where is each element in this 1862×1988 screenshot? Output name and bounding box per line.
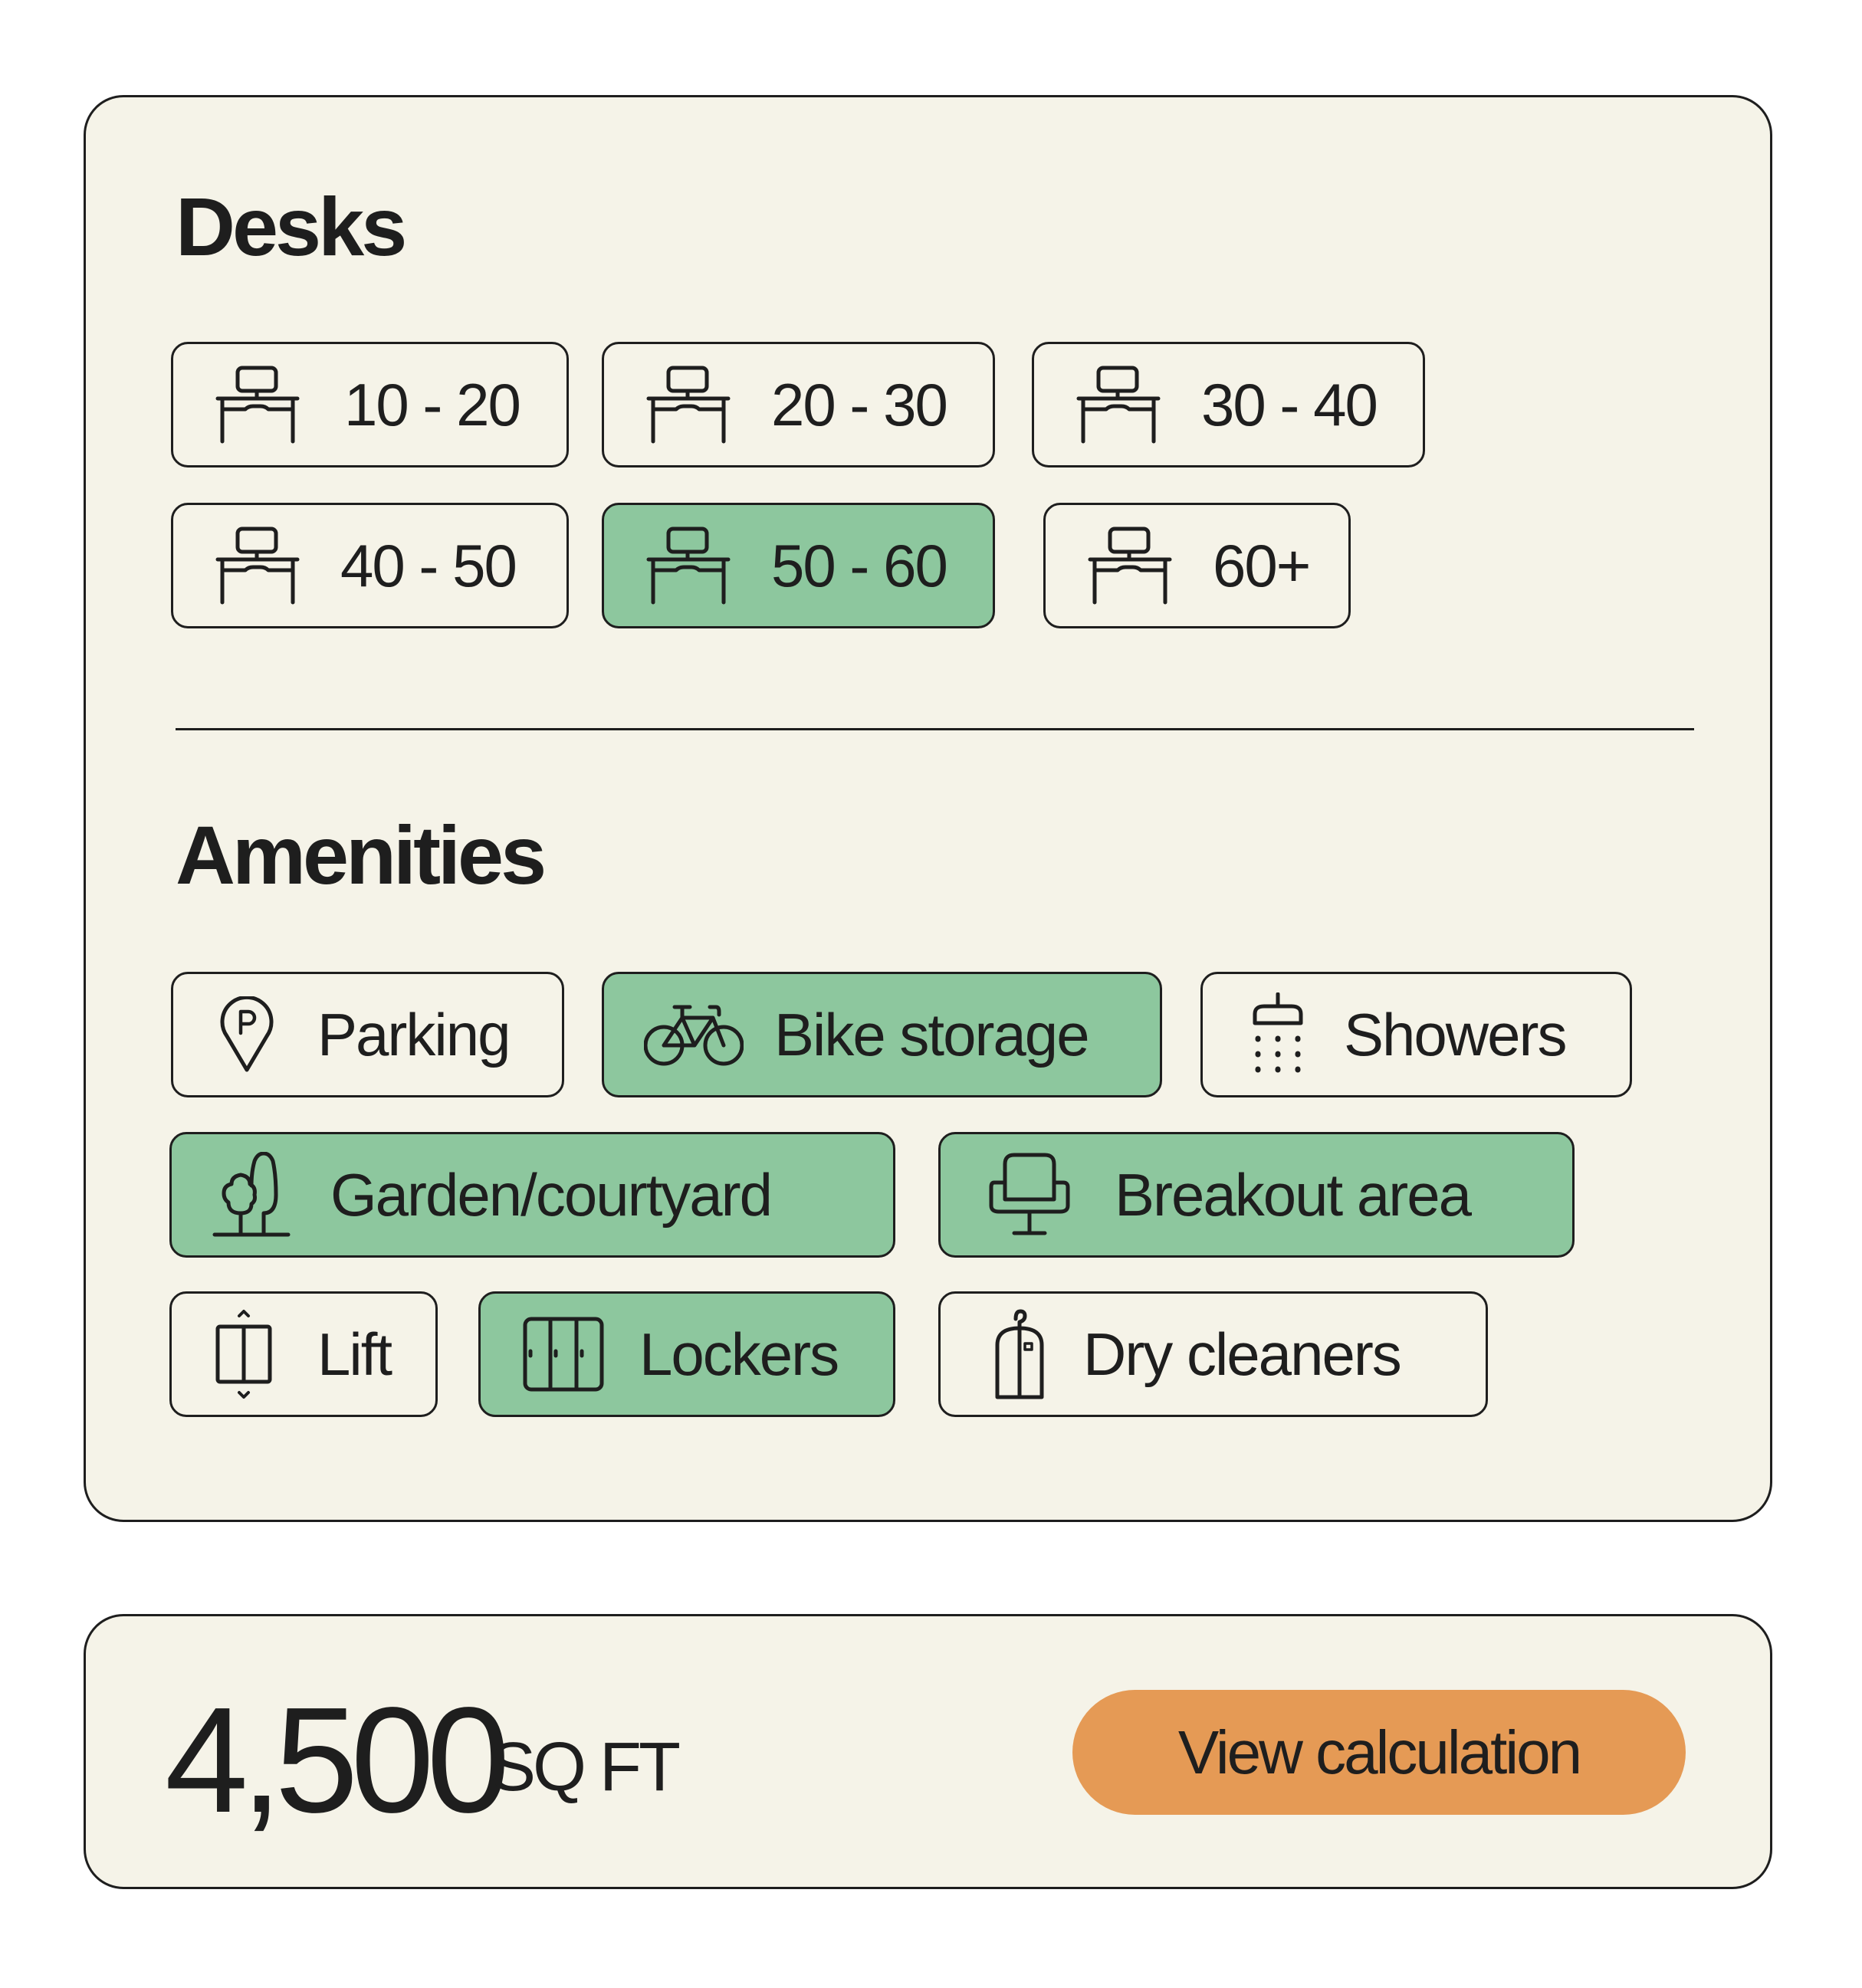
amenity-label: Lockers	[639, 1320, 839, 1388]
desk-option-label: 30 - 40	[1201, 371, 1378, 438]
armchair-icon	[989, 1153, 1070, 1235]
desk-option-label: 40 - 50	[340, 532, 517, 599]
desk-option-label: 20 - 30	[771, 371, 948, 438]
total-area-value: 4,500	[165, 1676, 510, 1844]
desk-option-label: 60+	[1213, 532, 1311, 599]
amenity-label: Lift	[317, 1320, 392, 1388]
desk-icon	[646, 366, 731, 444]
total-area-card: 4,500 SQ FT View calculation	[84, 1614, 1772, 1889]
lockers-icon	[523, 1317, 604, 1392]
amenity-label: Breakout area	[1115, 1161, 1472, 1229]
amenity-parking[interactable]: Parking	[171, 972, 564, 1097]
desk-option-label: 50 - 60	[771, 532, 948, 599]
lift-icon	[215, 1310, 272, 1399]
parking-pin-icon	[220, 996, 274, 1072]
desk-option-label: 10 - 20	[344, 371, 521, 438]
desk-icon	[1088, 527, 1172, 605]
desk-option-50-60[interactable]: 50 - 60	[602, 503, 995, 628]
desk-option-60-plus[interactable]: 60+	[1043, 503, 1351, 628]
amenities-heading: Amenities	[176, 809, 547, 901]
amenity-bike-storage[interactable]: Bike storage	[602, 972, 1162, 1097]
view-calculation-button[interactable]: View calculation	[1072, 1690, 1686, 1815]
amenity-label: Parking	[317, 1001, 511, 1068]
amenity-label: Garden/courtyard	[330, 1161, 773, 1229]
amenity-label: Showers	[1344, 1001, 1567, 1068]
amenity-garden-courtyard[interactable]: Garden/courtyard	[169, 1132, 895, 1258]
amenity-label: Dry cleaners	[1083, 1320, 1402, 1388]
trees-icon	[212, 1152, 291, 1237]
amenity-breakout-area[interactable]: Breakout area	[938, 1132, 1575, 1258]
amenity-lift[interactable]: Lift	[169, 1291, 438, 1417]
desks-heading: Desks	[176, 180, 407, 273]
total-area-unit: SQ FT	[490, 1729, 681, 1806]
desk-option-40-50[interactable]: 40 - 50	[171, 503, 569, 628]
desk-icon	[215, 527, 300, 605]
desk-icon	[646, 527, 731, 605]
amenity-showers[interactable]: Showers	[1200, 972, 1632, 1097]
garment-bag-icon	[995, 1309, 1044, 1399]
amenity-lockers[interactable]: Lockers	[478, 1291, 895, 1417]
desk-option-30-40[interactable]: 30 - 40	[1032, 342, 1425, 467]
filters-card: Desks 10 - 20 20 - 30 30 - 40 40 - 50 50…	[84, 95, 1772, 1522]
shower-icon	[1253, 992, 1303, 1073]
amenity-dry-cleaners[interactable]: Dry cleaners	[938, 1291, 1488, 1417]
bicycle-icon	[644, 1005, 744, 1066]
desk-option-10-20[interactable]: 10 - 20	[171, 342, 569, 467]
desk-option-20-30[interactable]: 20 - 30	[602, 342, 995, 467]
desk-icon	[215, 366, 300, 444]
amenity-label: Bike storage	[774, 1001, 1090, 1068]
section-divider	[176, 728, 1694, 730]
desk-icon	[1076, 366, 1161, 444]
